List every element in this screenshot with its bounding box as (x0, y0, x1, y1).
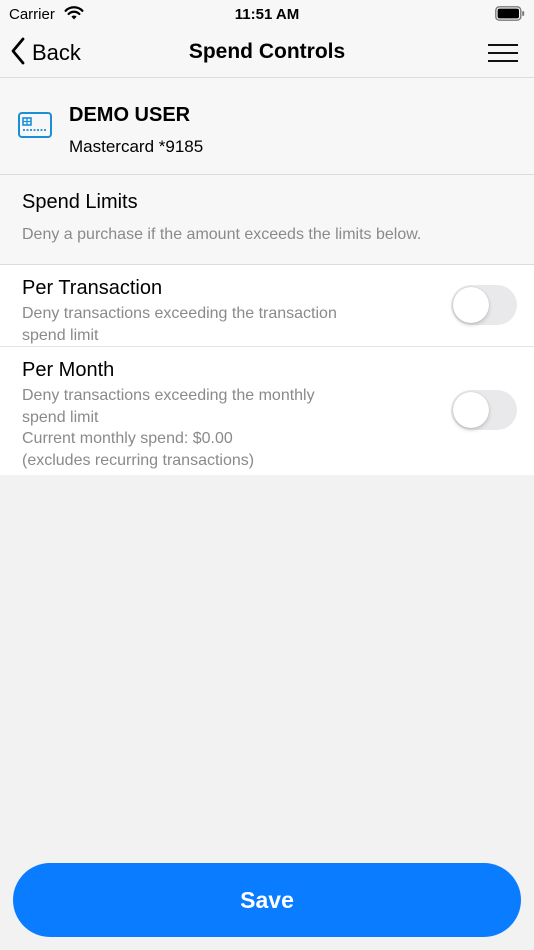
per-transaction-description: Deny transactions exceeding the transact… (22, 303, 422, 346)
per-month-row: Per Month Deny transactions exceeding th… (0, 347, 534, 475)
spend-limits-title: Spend Limits (22, 191, 138, 213)
menu-button[interactable] (488, 41, 520, 65)
toggle-knob (453, 392, 489, 428)
per-transaction-toggle[interactable] (451, 285, 517, 325)
current-spend-text: Current monthly spend: $0.00 (22, 430, 233, 447)
back-label: Back (32, 40, 81, 65)
description-line: Deny transactions exceeding the monthly (22, 387, 315, 404)
per-transaction-row: Per Transaction Deny transactions exceed… (0, 265, 534, 347)
credit-card-icon (18, 112, 52, 143)
recurring-note: (excludes recurring transactions) (22, 451, 255, 469)
hamburger-icon (488, 44, 518, 46)
per-month-title: Per Month (22, 359, 115, 381)
status-time: 11:51 AM (234, 6, 300, 23)
toggle-knob (453, 287, 489, 323)
description-line: spend limit (22, 408, 99, 426)
status-bar: Carrier 11:51 AM (0, 0, 534, 28)
save-button[interactable]: Save (13, 863, 521, 937)
spend-limits-header: Spend Limits Deny a purchase if the amou… (0, 175, 534, 265)
chevron-left-icon (10, 37, 26, 70)
description-line: Deny transactions exceeding the transact… (22, 305, 337, 322)
back-button[interactable]: Back (10, 37, 81, 69)
per-month-toggle[interactable] (451, 390, 517, 430)
per-transaction-title: Per Transaction (22, 277, 163, 299)
card-summary: DEMO USER Mastercard *9185 (0, 78, 534, 175)
per-month-description: Deny transactions exceeding the monthly … (22, 385, 422, 471)
card-label: Mastercard *9185 (69, 137, 204, 156)
battery-icon (495, 6, 525, 26)
spend-limits-description: Deny a purchase if the amount exceeds th… (22, 226, 422, 243)
description-line: spend limit (22, 326, 99, 344)
navigation-bar: Back Spend Controls (0, 28, 534, 78)
card-holder-name: DEMO USER (69, 104, 191, 126)
